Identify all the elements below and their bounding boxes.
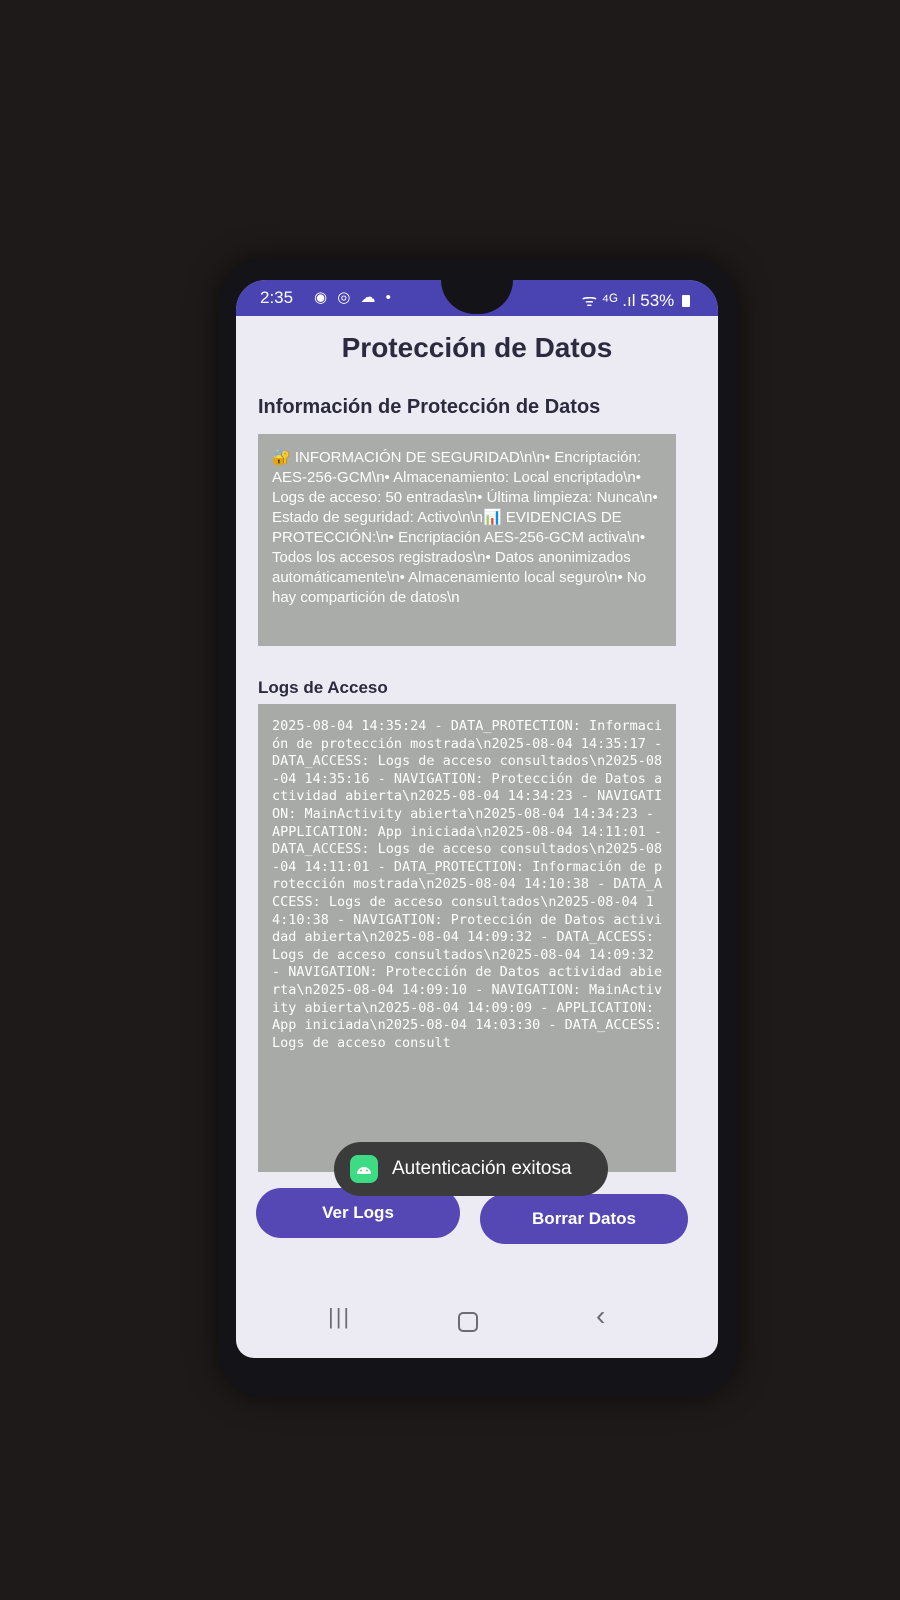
toast-notification: Autenticación exitosa <box>334 1142 608 1196</box>
status-bar: 2:35 ◉ ◎ ☁ • ᯤ ⁴ᴳ .ıl 53% <box>236 280 718 316</box>
notification-icons: ◉ ◎ ☁ • <box>314 289 394 306</box>
clear-data-button[interactable]: Borrar Datos <box>480 1194 688 1244</box>
info-section-title: Información de Protección de Datos <box>258 396 601 418</box>
toast-message: Autenticación exitosa <box>392 1158 572 1179</box>
status-time: 2:35 <box>260 288 294 307</box>
access-logs-text[interactable]: 2025-08-04 14:35:24 - DATA_PROTECTION: I… <box>258 704 676 1172</box>
battery-icon <box>682 295 690 307</box>
system-status: ᯤ ⁴ᴳ .ıl 53% <box>582 288 690 311</box>
app-screen: 2:35 ◉ ◎ ☁ • ᯤ ⁴ᴳ .ıl 53% Protección de … <box>236 280 718 1358</box>
battery-percent: 53% <box>640 291 675 310</box>
android-app-icon <box>350 1155 378 1183</box>
system-nav-bar: ||| ‹ <box>236 1286 718 1358</box>
security-info-text: 🔐 INFORMACIÓN DE SEGURIDAD\n\n• Encripta… <box>258 434 676 646</box>
logs-section-title: Logs de Acceso <box>258 678 388 697</box>
recents-icon[interactable]: ||| <box>328 1304 351 1330</box>
page-title: Protección de Datos <box>341 332 613 363</box>
camera-notch <box>441 280 513 314</box>
home-icon[interactable] <box>458 1312 478 1332</box>
back-icon[interactable]: ‹ <box>596 1300 605 1332</box>
signal-icon: ᯤ ⁴ᴳ .ıl <box>581 291 636 310</box>
